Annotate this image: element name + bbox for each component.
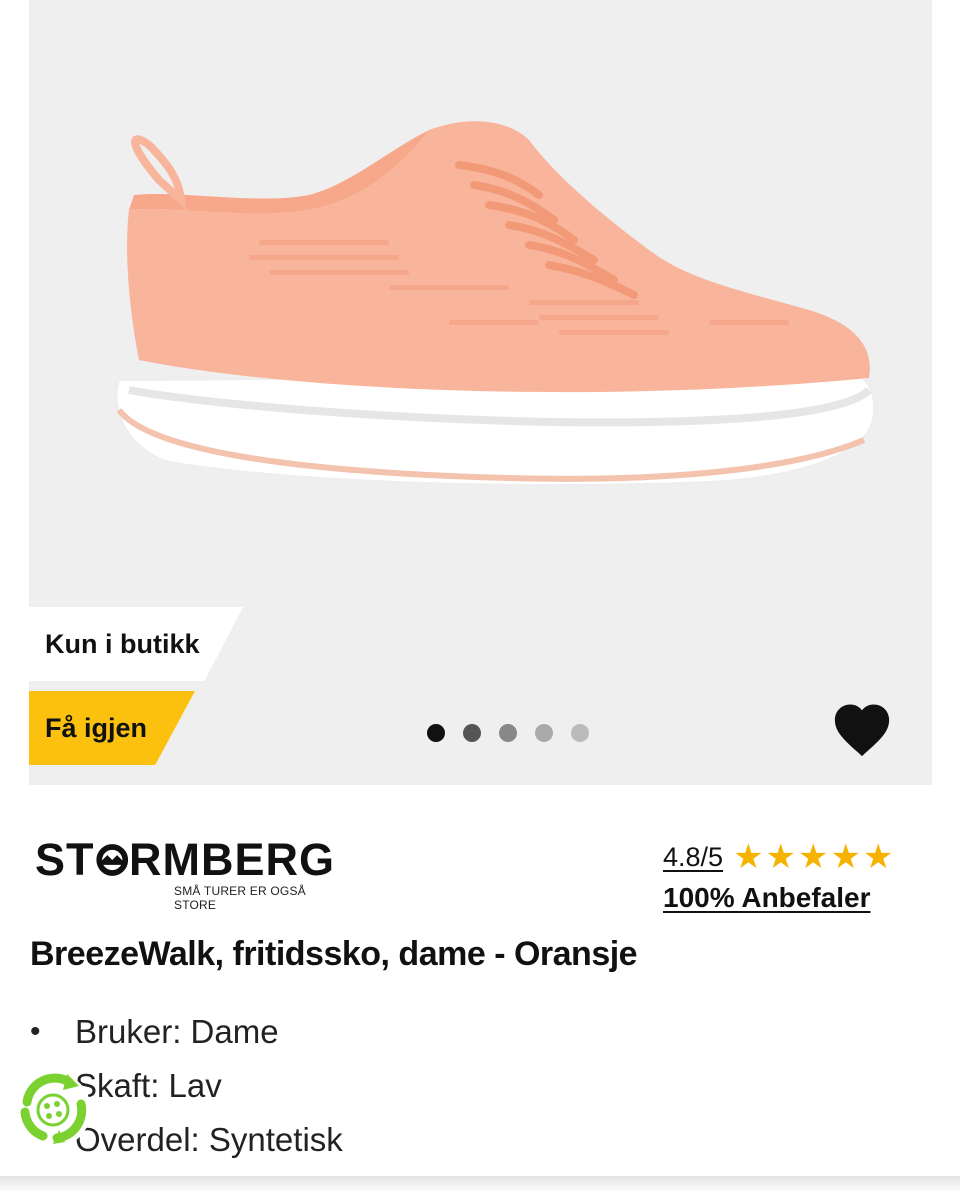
carousel-dot[interactable] <box>571 724 589 742</box>
favorite-heart-icon[interactable] <box>831 700 893 758</box>
carousel-dot[interactable] <box>535 724 553 742</box>
product-shoe-image <box>115 121 876 487</box>
carousel-dot[interactable] <box>499 724 517 742</box>
carousel-dots <box>427 724 589 742</box>
star-icon: ★ <box>798 838 829 876</box>
star-icon: ★ <box>733 838 764 876</box>
recommend-link[interactable]: 100% Anbefaler <box>663 882 893 914</box>
product-title: BreezeWalk, fritidssko, dame - Oransje <box>30 935 638 973</box>
carousel-dot[interactable] <box>463 724 481 742</box>
bullet-icon: • <box>30 1015 41 1048</box>
rating-score[interactable]: 4.8/5 <box>663 842 723 873</box>
star-icon: ★ <box>863 838 894 876</box>
brand-name: ST RMBERG <box>35 834 335 885</box>
bottom-shadow-bar <box>0 1176 960 1191</box>
brand-logo-o-icon <box>95 844 128 876</box>
rating-stars: ★ ★ ★ ★ ★ <box>733 840 893 874</box>
carousel-dot[interactable] <box>427 724 445 742</box>
star-icon: ★ <box>765 838 797 876</box>
brand-tagline: SMÅ TURER ER OGSÅ STORE <box>174 884 306 912</box>
eco-recycle-badge[interactable] <box>15 1072 91 1148</box>
recycle-icon <box>20 1073 87 1144</box>
brand-logo[interactable]: ST RMBERG SMÅ TURER ER OGSÅ STORE <box>35 834 335 912</box>
star-icon: ★ <box>830 838 861 876</box>
spec-item: • Bruker: Dame <box>30 1010 343 1064</box>
product-rating[interactable]: 4.8/5 ★ ★ ★ ★ ★ 100% Anbefaler <box>663 840 893 914</box>
